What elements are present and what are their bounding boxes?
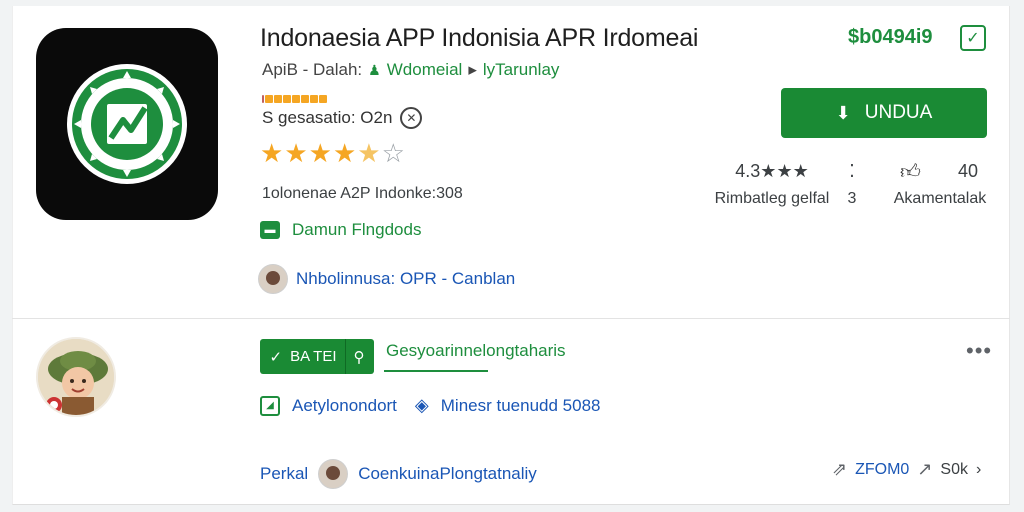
middle-stat: ⁚ 3 [840, 161, 864, 208]
star-full-icon: ★ [332, 138, 358, 168]
middle-stat-value: 3 [847, 190, 857, 207]
install-button[interactable]: ⬇ UNDUA [781, 88, 987, 138]
footer-more[interactable]: S0k [940, 461, 968, 479]
reviewer-avatar[interactable] [36, 337, 116, 417]
meta-separator: ▸ [468, 60, 477, 79]
category-link[interactable]: ▬ Damun Flngdods [260, 220, 421, 240]
developer-row-label: Nhbolinnusa: OPR - Canblan [296, 269, 516, 288]
tab-reviews[interactable]: Gesyoarinnelongtaharis [386, 341, 566, 361]
developer-link[interactable]: Wdomeial [387, 60, 463, 80]
button-separator [344, 339, 346, 374]
rating-score-label: Rimbatleg gelfal [714, 190, 830, 207]
tab-active-indicator [384, 370, 488, 372]
footer-name[interactable]: Perkal [260, 464, 308, 484]
check-square-icon[interactable]: ✓ [960, 25, 986, 51]
star-full-icon: ★ [260, 138, 285, 168]
count-stat: 40 Akamentalak [890, 161, 990, 208]
check-icon: ✓ [269, 348, 283, 366]
star-full-icon: ★ [284, 138, 309, 168]
description-text: S gesasatio: O2n [262, 108, 393, 127]
meta-suffix-link[interactable]: lyTarunlay [483, 60, 560, 80]
app-sub-info: 1olonenae A2P Indonke:308 [262, 185, 463, 202]
pin-icon[interactable]: ⇗ [832, 459, 847, 480]
search-icon: ⚲ [353, 348, 365, 366]
app-price: $b0494i9 [848, 26, 933, 48]
pin-icon: ♟ [368, 61, 381, 78]
count-value: 40 [957, 161, 978, 181]
footer-text[interactable]: CoenkuinaPlongtatnaliy [358, 464, 537, 484]
middle-stat-dot: ⁚ [849, 161, 855, 181]
star-empty-icon: ☆ [381, 138, 406, 168]
app-logo [36, 28, 218, 220]
star-rating: ★★★★★☆ [260, 138, 406, 169]
chevron-right-icon[interactable]: › [976, 461, 981, 479]
footer-avatar [318, 459, 349, 489]
app-title: Indonaesia APP Indonisia APR Irdomeai [260, 24, 699, 52]
star-full-icon: ★ [308, 138, 333, 168]
category-link-label: Damun Flngdods [292, 220, 422, 239]
developer-row[interactable]: Nhbolinnusa: OPR - Canblan [258, 264, 515, 294]
review-info-row: ◢ Aetylonondort ◈ Minesr tuenudd 5088 [260, 395, 600, 416]
install-button-label: UNDUA [864, 102, 933, 123]
download-icon: ⬇ [835, 102, 851, 123]
rating-stat: 4.3★★★ Rimbatleg gelfal [712, 161, 832, 208]
diamond-icon: ◈ [414, 395, 429, 415]
more-options-icon[interactable]: ••• [966, 338, 992, 364]
description-row: S gesasatio: O2n ✕ [262, 107, 423, 129]
info-text-2[interactable]: Minesr tuenudd 5088 [441, 396, 601, 416]
meta-prefix: ApiB - Dalah: [262, 60, 363, 79]
developer-avatar [258, 264, 288, 294]
rating-mini-bar [262, 94, 340, 104]
star-half-icon: ★ [357, 138, 382, 168]
message-square-icon: ▬ [260, 221, 280, 239]
rating-score: 4.3★★★ [735, 161, 809, 181]
footer-code[interactable]: ZFOM0 [855, 461, 909, 479]
check-square-outline-icon: ◢ [260, 395, 280, 416]
clock-icon[interactable]: ✕ [400, 107, 423, 129]
info-text-1[interactable]: Aetylonondort [292, 396, 397, 416]
share-arrow-icon[interactable]: ↗ [917, 459, 932, 480]
count-label: Akamentalak [893, 190, 987, 207]
review-footer: Perkal CoenkuinaPlongtatnaliy [260, 459, 537, 489]
approve-button[interactable]: ✓ BA TEI ⚲ [260, 339, 374, 374]
app-logo-icon [67, 64, 187, 184]
app-meta-line: ApiB - Dalah: ♟ Wdomeial ▸ lyTarunlay [262, 60, 559, 80]
approve-button-label: BA TEI [290, 348, 337, 365]
footer-actions: ⇗ ZFOM0 ↗ S0k › [832, 459, 981, 480]
